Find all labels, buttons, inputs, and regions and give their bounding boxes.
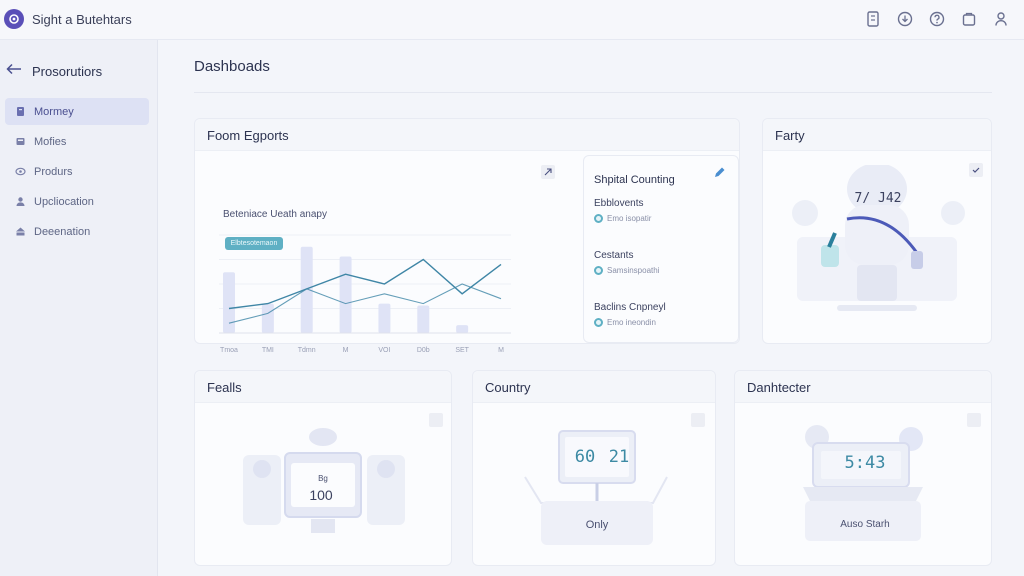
chart-bar[interactable] [261,303,274,333]
x-tick-label: VOI [378,347,391,354]
sidebar-item-mofies[interactable]: Mofies [5,128,149,155]
chart-subtitle: Beteniace Ueath anapy [223,209,327,220]
chart-bar[interactable] [456,325,469,333]
x-tick-label: M [498,347,504,354]
stat-label: Baclins Cnpneyl [594,302,666,313]
status-dot-icon [594,318,603,327]
country-display-left: 60 [574,447,596,467]
user-icon[interactable] [992,10,1010,28]
stat-value-text: Emo isopatir [607,214,652,223]
sidebar-item-label: Upcliocation [34,195,94,208]
card-title: Foom Egports [207,128,289,143]
status-dot-icon [594,214,603,223]
document-icon[interactable] [864,10,882,28]
grid-icon [16,138,25,145]
stack-icon [16,227,25,236]
top-icons [864,10,1010,28]
card-header: Foom Egports [195,119,739,151]
expand-icon[interactable] [429,413,443,427]
chart-bar[interactable] [417,305,430,333]
fealls-card: Fealls Bg 100 [194,370,452,566]
sidebar-items: Mormey Mofies Produrs Upcliocation Deeen… [5,98,149,248]
chart-panel: Beteniace Ueath anapy Elbtesotemaon Tmoa… [195,151,567,354]
country-card: Country 60 21 Only [472,370,716,566]
country-display-right: 21 [608,447,630,467]
card-header: Farty [763,119,991,151]
stat-value: Samsinspoathi [594,266,659,275]
x-tick-label: TMI [261,347,274,354]
chart-svg [219,234,511,334]
sidebar-item-mormey[interactable]: Mormey [5,98,149,125]
danhtecter-caption: Auso Starh [840,519,890,530]
app-title: Sight a Butehtars [32,12,132,27]
stat-value-text: Emo ineondin [607,318,656,327]
top-bar: Sight a Butehtars [0,0,1024,40]
eye-icon [15,167,26,176]
x-tick-label: Tdmn [297,347,316,354]
status-dot-icon [594,266,603,275]
x-tick-label: SET [455,347,469,354]
expand-icon[interactable] [541,165,555,179]
card-header: Danhtecter [735,371,991,403]
stat-label: Cestants [594,250,634,261]
page-title: Dashboads [194,58,270,75]
counting-title: Shpital Counting [594,174,675,186]
exports-card: Foom Egports Beteniace Ueath anapy Elbte… [194,118,740,354]
sidebar-header: Prosorutiors [6,62,102,80]
sidebar-header-label: Prosorutiors [32,63,103,79]
country-caption: Only [585,519,609,531]
danhtecter-display: 5:43 [844,453,886,473]
expand-icon[interactable] [967,413,981,427]
sidebar-item-label: Produrs [34,165,73,178]
help-icon[interactable] [928,10,946,28]
user-icon [16,197,25,206]
fealls-small-label: Bg [318,474,328,483]
bookmark-icon [17,107,24,116]
party-display: 7/ J42 [854,191,902,206]
stat-value: Emo ineondin [594,318,656,327]
download-icon[interactable] [896,10,914,28]
sidebar-item-label: Mormey [34,105,74,118]
card-title: Danhtecter [747,380,811,395]
chart-bar[interactable] [339,256,352,333]
back-arrow-icon[interactable] [6,62,22,80]
x-tick-label: Tmoa [220,347,238,354]
sidebar-item-upcliocation[interactable]: Upcliocation [5,188,149,215]
app-logo-icon[interactable] [4,9,24,29]
chart-bar[interactable] [223,272,235,333]
sidebar-item-label: Deeenation [34,225,91,238]
briefcase-icon[interactable] [960,10,978,28]
sidebar: Prosorutiors Mormey Mofies Produrs Upcli… [0,40,158,576]
x-tick-label: D0b [416,347,430,354]
chart-bar[interactable] [378,303,391,333]
card-header: Fealls [195,371,451,403]
device-illustration [243,428,405,533]
title-divider [194,92,992,93]
danhtecter-card: Danhtecter 5:43 Auso Starh [734,370,992,566]
stat-value: Emo isopatir [594,214,651,223]
stat-value-text: Samsinspoathi [607,266,660,275]
robot-illustration [792,165,965,311]
expand-icon[interactable] [691,413,705,427]
card-title: Farty [775,128,805,143]
sidebar-item-label: Mofies [34,135,67,148]
x-tick-label: M [342,347,349,354]
sidebar-item-deeenation[interactable]: Deeenation [5,218,149,245]
sidebar-item-produrs[interactable]: Produrs [5,158,149,185]
card-header: Country [473,371,715,403]
party-card: Farty 7/ J42 [762,118,992,344]
edit-icon[interactable] [712,166,726,185]
card-title: Fealls [207,380,242,395]
counting-panel: Shpital Counting Ebblovents Emo isopatir… [583,155,739,343]
card-title: Country [485,380,531,395]
fealls-display: 100 [309,487,333,503]
stat-label: Ebblovents [594,198,644,209]
